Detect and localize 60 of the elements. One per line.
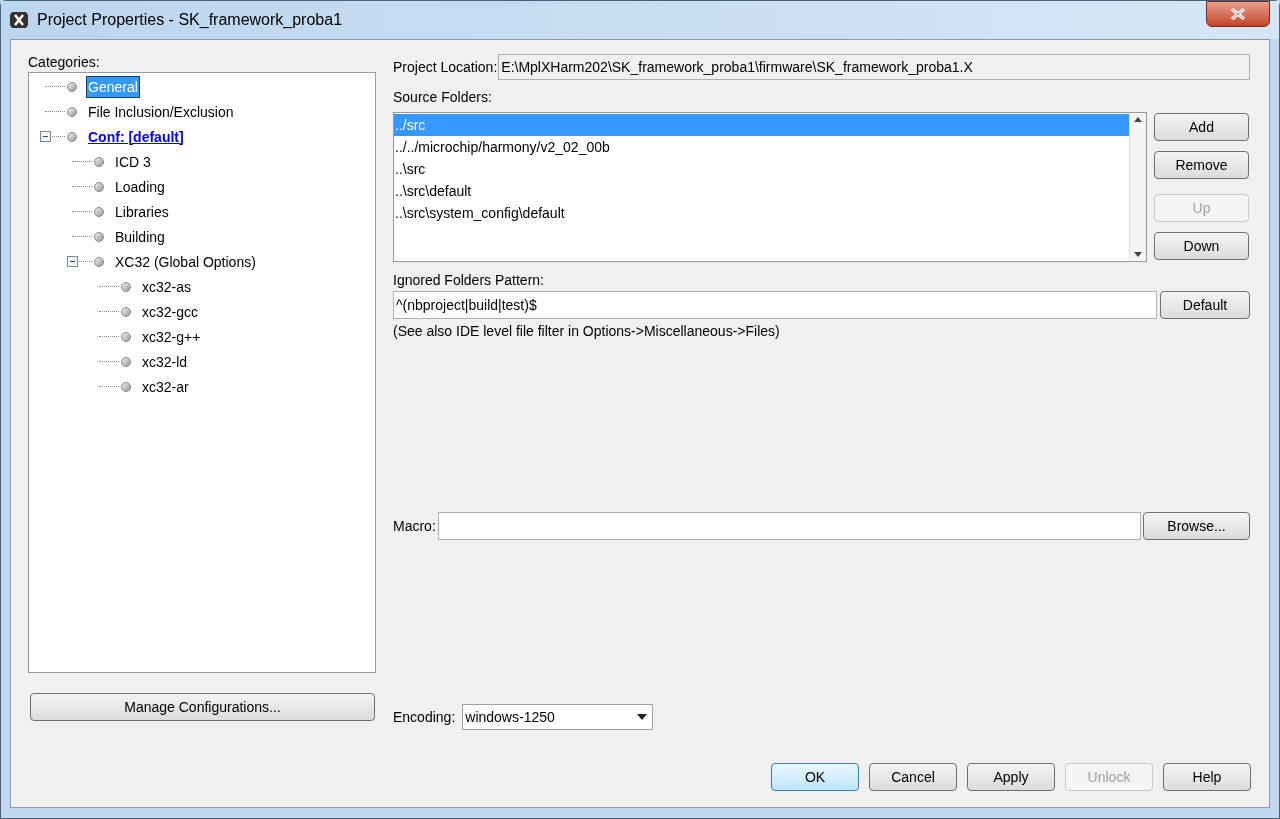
- window-title: Project Properties - SK_framework_proba1: [37, 10, 343, 30]
- node-icon: [121, 306, 131, 317]
- node-icon: [67, 131, 77, 142]
- browse-button[interactable]: Browse...: [1143, 512, 1250, 540]
- node-icon: [94, 256, 104, 267]
- source-folder-item[interactable]: ..\src: [394, 158, 1129, 180]
- macro-label: Macro:: [393, 516, 436, 536]
- node-icon: [67, 106, 77, 117]
- app-logo-icon: [9, 10, 29, 30]
- dialog-button[interactable]: Down: [1154, 232, 1249, 260]
- encoding-dropdown[interactable]: windows-1250: [462, 704, 654, 730]
- source-folder-item[interactable]: ..\src\system_config\default: [394, 202, 1129, 224]
- close-icon: [1229, 7, 1247, 21]
- node-icon: [121, 356, 131, 367]
- node-icon: [94, 156, 104, 167]
- ignored-folders-label: Ignored Folders Pattern:: [393, 271, 545, 289]
- dialog-button[interactable]: Apply: [967, 763, 1055, 791]
- project-location-field: E:\MplXHarm202\SK_framework_proba1\firmware\SK_framework_proba1.X: [498, 54, 1250, 80]
- close-button[interactable]: [1206, 1, 1270, 27]
- dialog-button[interactable]: OK: [771, 763, 859, 791]
- encoding-label: Encoding:: [393, 707, 456, 727]
- node-icon: [121, 281, 131, 292]
- tree-item[interactable]: xc32-as: [141, 276, 193, 297]
- node-icon: [121, 381, 131, 392]
- tree-item[interactable]: File Inclusion/Exclusion: [87, 101, 235, 122]
- node-icon: [121, 331, 131, 342]
- node-icon: [67, 81, 77, 92]
- dialog-button[interactable]: Help: [1163, 763, 1251, 791]
- tree-item[interactable]: Building: [114, 226, 166, 247]
- collapse-icon[interactable]: [67, 256, 78, 267]
- project-location-label: Project Location:: [393, 57, 498, 77]
- tree-item[interactable]: ICD 3: [114, 151, 152, 172]
- source-folder-item[interactable]: ../../microchip/harmony/v2_02_00b: [394, 136, 1129, 158]
- categories-label: Categories:: [28, 53, 101, 71]
- tree-item[interactable]: xc32-gcc: [141, 301, 200, 322]
- scrollbar[interactable]: [1129, 113, 1146, 261]
- dialog-button[interactable]: Cancel: [869, 763, 957, 791]
- source-folder-item[interactable]: ..\src\default: [394, 180, 1129, 202]
- dialog-button[interactable]: Remove: [1154, 151, 1249, 179]
- ignored-folders-note: (See also IDE level file filter in Options->Miscellaneous->Files): [393, 322, 781, 340]
- tree-item[interactable]: Loading: [114, 176, 166, 197]
- tree-item[interactable]: Conf: [default]: [87, 126, 185, 147]
- dialog-button[interactable]: Add: [1154, 113, 1249, 141]
- tree-item[interactable]: Libraries: [114, 201, 170, 222]
- dropdown-arrow-icon: [637, 714, 648, 720]
- scroll-down-icon: [1134, 252, 1142, 257]
- source-folders-label: Source Folders:: [393, 88, 493, 106]
- tree-item[interactable]: xc32-ld: [141, 351, 189, 372]
- node-icon: [94, 181, 104, 192]
- default-button[interactable]: Default: [1160, 291, 1250, 319]
- tree-item[interactable]: xc32-g++: [141, 326, 202, 347]
- ignored-folders-field[interactable]: ^(nbproject|build|test)$: [393, 291, 1157, 319]
- scroll-up-icon: [1134, 117, 1142, 122]
- manage-configurations-button[interactable]: Manage Configurations...: [30, 693, 375, 721]
- node-icon: [94, 231, 104, 242]
- tree-item[interactable]: xc32-ar: [141, 376, 190, 397]
- node-icon: [94, 206, 104, 217]
- macro-field[interactable]: [437, 512, 1141, 540]
- collapse-icon[interactable]: [40, 131, 51, 142]
- tree-item[interactable]: XC32 (Global Options): [114, 251, 257, 272]
